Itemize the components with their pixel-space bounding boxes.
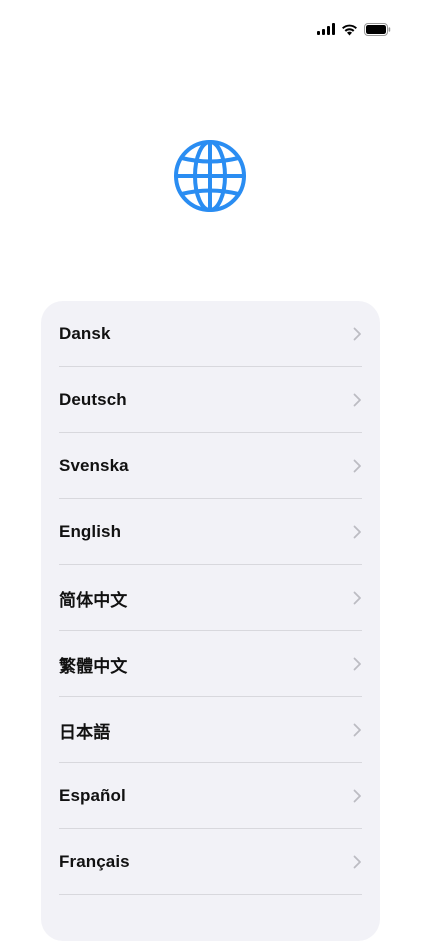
language-label: 日本語 xyxy=(59,722,111,742)
status-icons xyxy=(317,20,391,38)
language-list: Dansk Deutsch Svenska English 简体中文 繁體中文 … xyxy=(41,301,380,941)
language-label: English xyxy=(59,522,122,541)
chevron-right-icon xyxy=(353,723,361,737)
language-row-deutsch[interactable]: Deutsch xyxy=(41,367,380,433)
cellular-signal-icon xyxy=(317,23,335,35)
language-label: Svenska xyxy=(59,456,129,475)
chevron-right-icon xyxy=(353,591,361,605)
language-row-espanol[interactable]: Español xyxy=(41,763,380,829)
language-label: 简体中文 xyxy=(59,590,128,610)
chevron-right-icon xyxy=(353,855,361,869)
language-label: Español xyxy=(59,786,126,805)
chevron-right-icon xyxy=(353,657,361,671)
chevron-right-icon xyxy=(353,525,361,539)
language-label: Français xyxy=(59,852,130,871)
battery-icon xyxy=(364,22,391,36)
language-label: Dansk xyxy=(59,324,111,343)
language-row-francais[interactable]: Français xyxy=(41,829,380,895)
language-row-svenska[interactable]: Svenska xyxy=(41,433,380,499)
language-row-simplified-chinese[interactable]: 简体中文 xyxy=(41,565,380,631)
language-label: 繁體中文 xyxy=(59,656,128,676)
language-row-traditional-chinese[interactable]: 繁體中文 xyxy=(41,631,380,697)
status-bar xyxy=(0,0,421,56)
language-row-japanese[interactable]: 日本語 xyxy=(41,697,380,763)
chevron-right-icon xyxy=(353,327,361,341)
chevron-right-icon xyxy=(353,393,361,407)
language-row-dansk[interactable]: Dansk xyxy=(41,301,380,367)
language-label: Deutsch xyxy=(59,390,127,409)
globe-icon xyxy=(172,138,248,214)
wifi-icon xyxy=(341,23,358,36)
language-row-english[interactable]: English xyxy=(41,499,380,565)
chevron-right-icon xyxy=(353,459,361,473)
chevron-right-icon xyxy=(353,789,361,803)
language-row-partial[interactable] xyxy=(41,895,380,941)
